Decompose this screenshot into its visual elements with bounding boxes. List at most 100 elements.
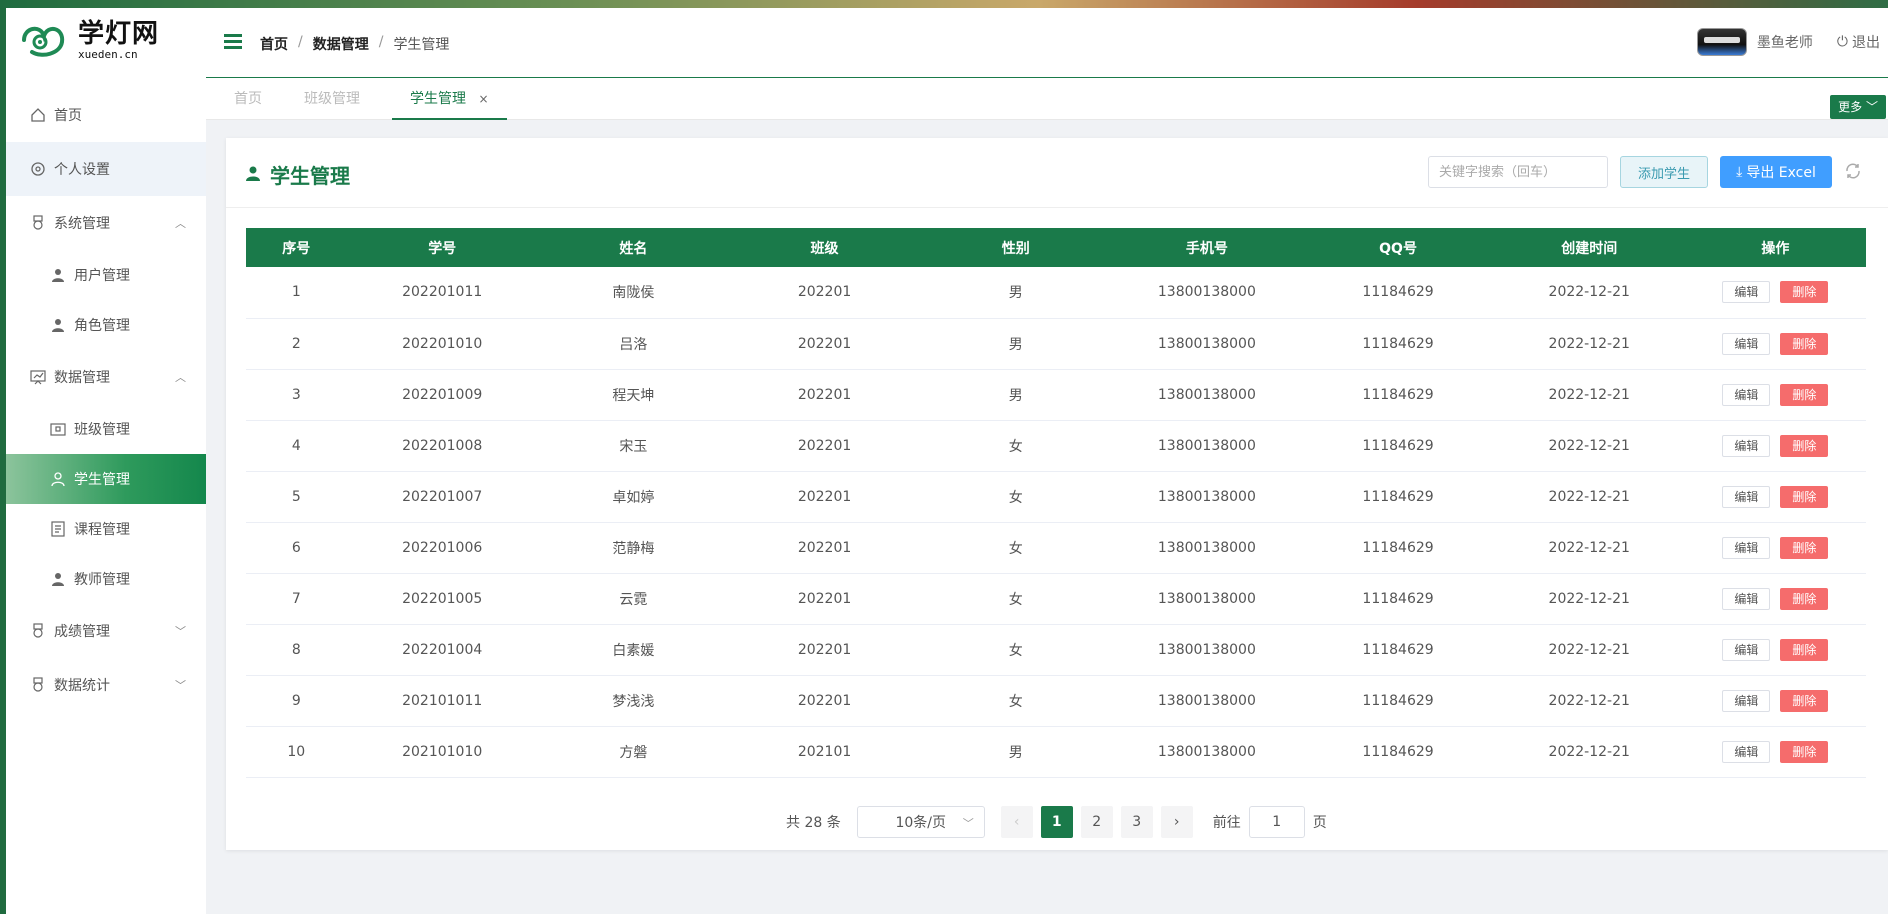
table-cell: 202201009: [346, 369, 538, 421]
delete-button[interactable]: 删除: [1780, 536, 1829, 559]
chart-icon: [30, 369, 46, 385]
power-icon: ⏻: [1836, 34, 1848, 50]
next-page-button[interactable]: ›: [1160, 806, 1193, 838]
user-icon: [50, 267, 66, 283]
search-input[interactable]: [1428, 156, 1608, 188]
table-cell: 11184629: [1302, 267, 1494, 319]
page-button-2[interactable]: 2: [1080, 806, 1113, 838]
edit-button[interactable]: 编辑: [1722, 434, 1771, 457]
table-cell: 202201: [728, 522, 921, 574]
add-student-label: 添加学生: [1637, 166, 1690, 182]
sidebar-item-system[interactable]: 系统管理 ︿: [6, 196, 206, 250]
edit-button[interactable]: 编辑: [1722, 536, 1771, 559]
edit-button[interactable]: 编辑: [1722, 689, 1771, 712]
delete-button[interactable]: 删除: [1780, 383, 1829, 406]
sidebar-item-students[interactable]: 学生管理: [6, 454, 206, 504]
delete-button[interactable]: 删除: [1780, 281, 1829, 304]
page-size-select[interactable]: 10条/页 ﹀: [856, 806, 985, 838]
more-label: 更多: [1838, 100, 1863, 114]
page-button-3[interactable]: 3: [1120, 806, 1153, 838]
table-cell: 9: [246, 675, 347, 727]
delete-button[interactable]: 删除: [1780, 740, 1829, 763]
table-row: 4 202201008 宋玉 202201 女 13800138000 11184629 20…: [246, 420, 1866, 472]
edit-button[interactable]: 编辑: [1722, 281, 1771, 304]
edit-button[interactable]: 编辑: [1722, 485, 1771, 508]
table-row: 3 202201009 程天坤 202201 男 13800138000 11184629 2…: [246, 369, 1866, 421]
menu-toggle-icon[interactable]: [224, 34, 242, 50]
sidebar-item-label: 用户管理: [74, 268, 130, 284]
table-cell: 2022-12-21: [1493, 522, 1685, 574]
page-suffix: 页: [1312, 815, 1327, 831]
sidebar-item-data[interactable]: 数据管理 ︿: [6, 350, 206, 404]
sidebar-item-home[interactable]: 首页: [6, 88, 206, 142]
chevron-down-icon: ﹀: [175, 625, 186, 638]
prev-page-button[interactable]: ‹: [1000, 806, 1033, 838]
sidebar-item-label: 系统管理: [54, 216, 110, 232]
edit-button[interactable]: 编辑: [1722, 638, 1771, 661]
logout-label: 退出: [1852, 35, 1880, 51]
sidebar-item-label: 数据管理: [54, 370, 110, 386]
breadcrumb-data[interactable]: 数据管理: [313, 34, 369, 54]
sidebar-item-profile[interactable]: 个人设置: [6, 142, 206, 196]
top-header: 首页 / 数据管理 / 学生管理 墨鱼老师 ⏻ 退出: [206, 8, 1888, 78]
avatar[interactable]: [1696, 28, 1747, 56]
logout-button[interactable]: ⏻ 退出: [1837, 32, 1880, 52]
more-tabs-button[interactable]: 更多 ﹀: [1830, 95, 1886, 119]
table-cell: 4: [246, 420, 347, 472]
table-cell: 202101010: [346, 726, 538, 778]
sidebar-item-roles[interactable]: 角色管理: [6, 300, 206, 350]
delete-button[interactable]: 删除: [1780, 332, 1829, 355]
sidebar-item-teachers[interactable]: 教师管理: [6, 554, 206, 604]
delete-button[interactable]: 删除: [1780, 434, 1829, 457]
sidebar-item-courses[interactable]: 课程管理: [6, 504, 206, 554]
download-icon: ⤓: [1736, 164, 1743, 180]
refresh-icon[interactable]: [1844, 162, 1862, 180]
edit-button[interactable]: 编辑: [1722, 740, 1771, 763]
pagination: 共 28 条 10条/页 ﹀ ‹ 1 2 3 › 前往 页: [786, 806, 1327, 838]
delete-button[interactable]: 删除: [1780, 689, 1829, 712]
table-cell: 13800138000: [1111, 420, 1303, 472]
table-header-row: 序号 学号 姓名 班级 性别 手机号 QQ号 创建时间 操作: [246, 228, 1866, 267]
table-cell: 6: [246, 522, 347, 574]
tab-students[interactable]: 学生管理 ×: [392, 78, 507, 120]
actions-cell: 编辑 删除: [1684, 471, 1866, 523]
table-cell: 11184629: [1302, 624, 1494, 676]
table-cell: 202201: [728, 624, 921, 676]
delete-button[interactable]: 删除: [1780, 638, 1829, 661]
export-label: 导出 Excel: [1746, 165, 1816, 181]
close-icon[interactable]: ×: [478, 92, 488, 106]
edit-button[interactable]: 编辑: [1722, 332, 1771, 355]
export-excel-button[interactable]: ⤓ 导出 Excel: [1720, 156, 1832, 188]
goto-page-input[interactable]: [1248, 806, 1305, 838]
sidebar-item-users[interactable]: 用户管理: [6, 250, 206, 300]
medal-icon: [30, 623, 46, 639]
tab-home[interactable]: 首页: [234, 78, 262, 120]
add-student-button[interactable]: 添加学生: [1620, 156, 1708, 188]
edit-button[interactable]: 编辑: [1722, 383, 1771, 406]
table-cell: 8: [246, 624, 347, 676]
sidebar: 学灯网 xueden.cn 首页 个人设置 系统管理 ︿ 用户管理 角色管理 数…: [6, 8, 206, 914]
breadcrumb-home[interactable]: 首页: [260, 34, 288, 54]
table-cell: 11184629: [1302, 675, 1494, 727]
user-name[interactable]: 墨鱼老师: [1757, 32, 1813, 52]
page-button-1[interactable]: 1: [1040, 806, 1073, 838]
sidebar-item-statistics[interactable]: 数据统计 ﹀: [6, 658, 206, 712]
table-cell: 女: [920, 573, 1112, 625]
table-row: 1 202201011 南陇侯 202201 男 13800138000 11184629 2…: [246, 267, 1866, 319]
sidebar-item-grades[interactable]: 成绩管理 ﹀: [6, 604, 206, 658]
table-cell: 13800138000: [1111, 675, 1303, 727]
table-cell: 吕洛: [537, 318, 729, 370]
delete-button[interactable]: 删除: [1780, 485, 1829, 508]
chevron-down-icon: ﹀: [962, 817, 974, 830]
sidebar-item-label: 教师管理: [74, 572, 130, 588]
tab-classes[interactable]: 班级管理: [304, 78, 360, 120]
sidebar-item-classes[interactable]: 班级管理: [6, 404, 206, 454]
table-cell: 13800138000: [1111, 471, 1303, 523]
delete-button[interactable]: 删除: [1780, 587, 1829, 610]
medal-icon: [30, 677, 46, 693]
logo: 学灯网 xueden.cn: [18, 20, 159, 60]
edit-button[interactable]: 编辑: [1722, 587, 1771, 610]
user-icon: [50, 571, 66, 587]
sidebar-item-label: 首页: [54, 108, 82, 124]
column-header: 性别: [920, 228, 1112, 267]
